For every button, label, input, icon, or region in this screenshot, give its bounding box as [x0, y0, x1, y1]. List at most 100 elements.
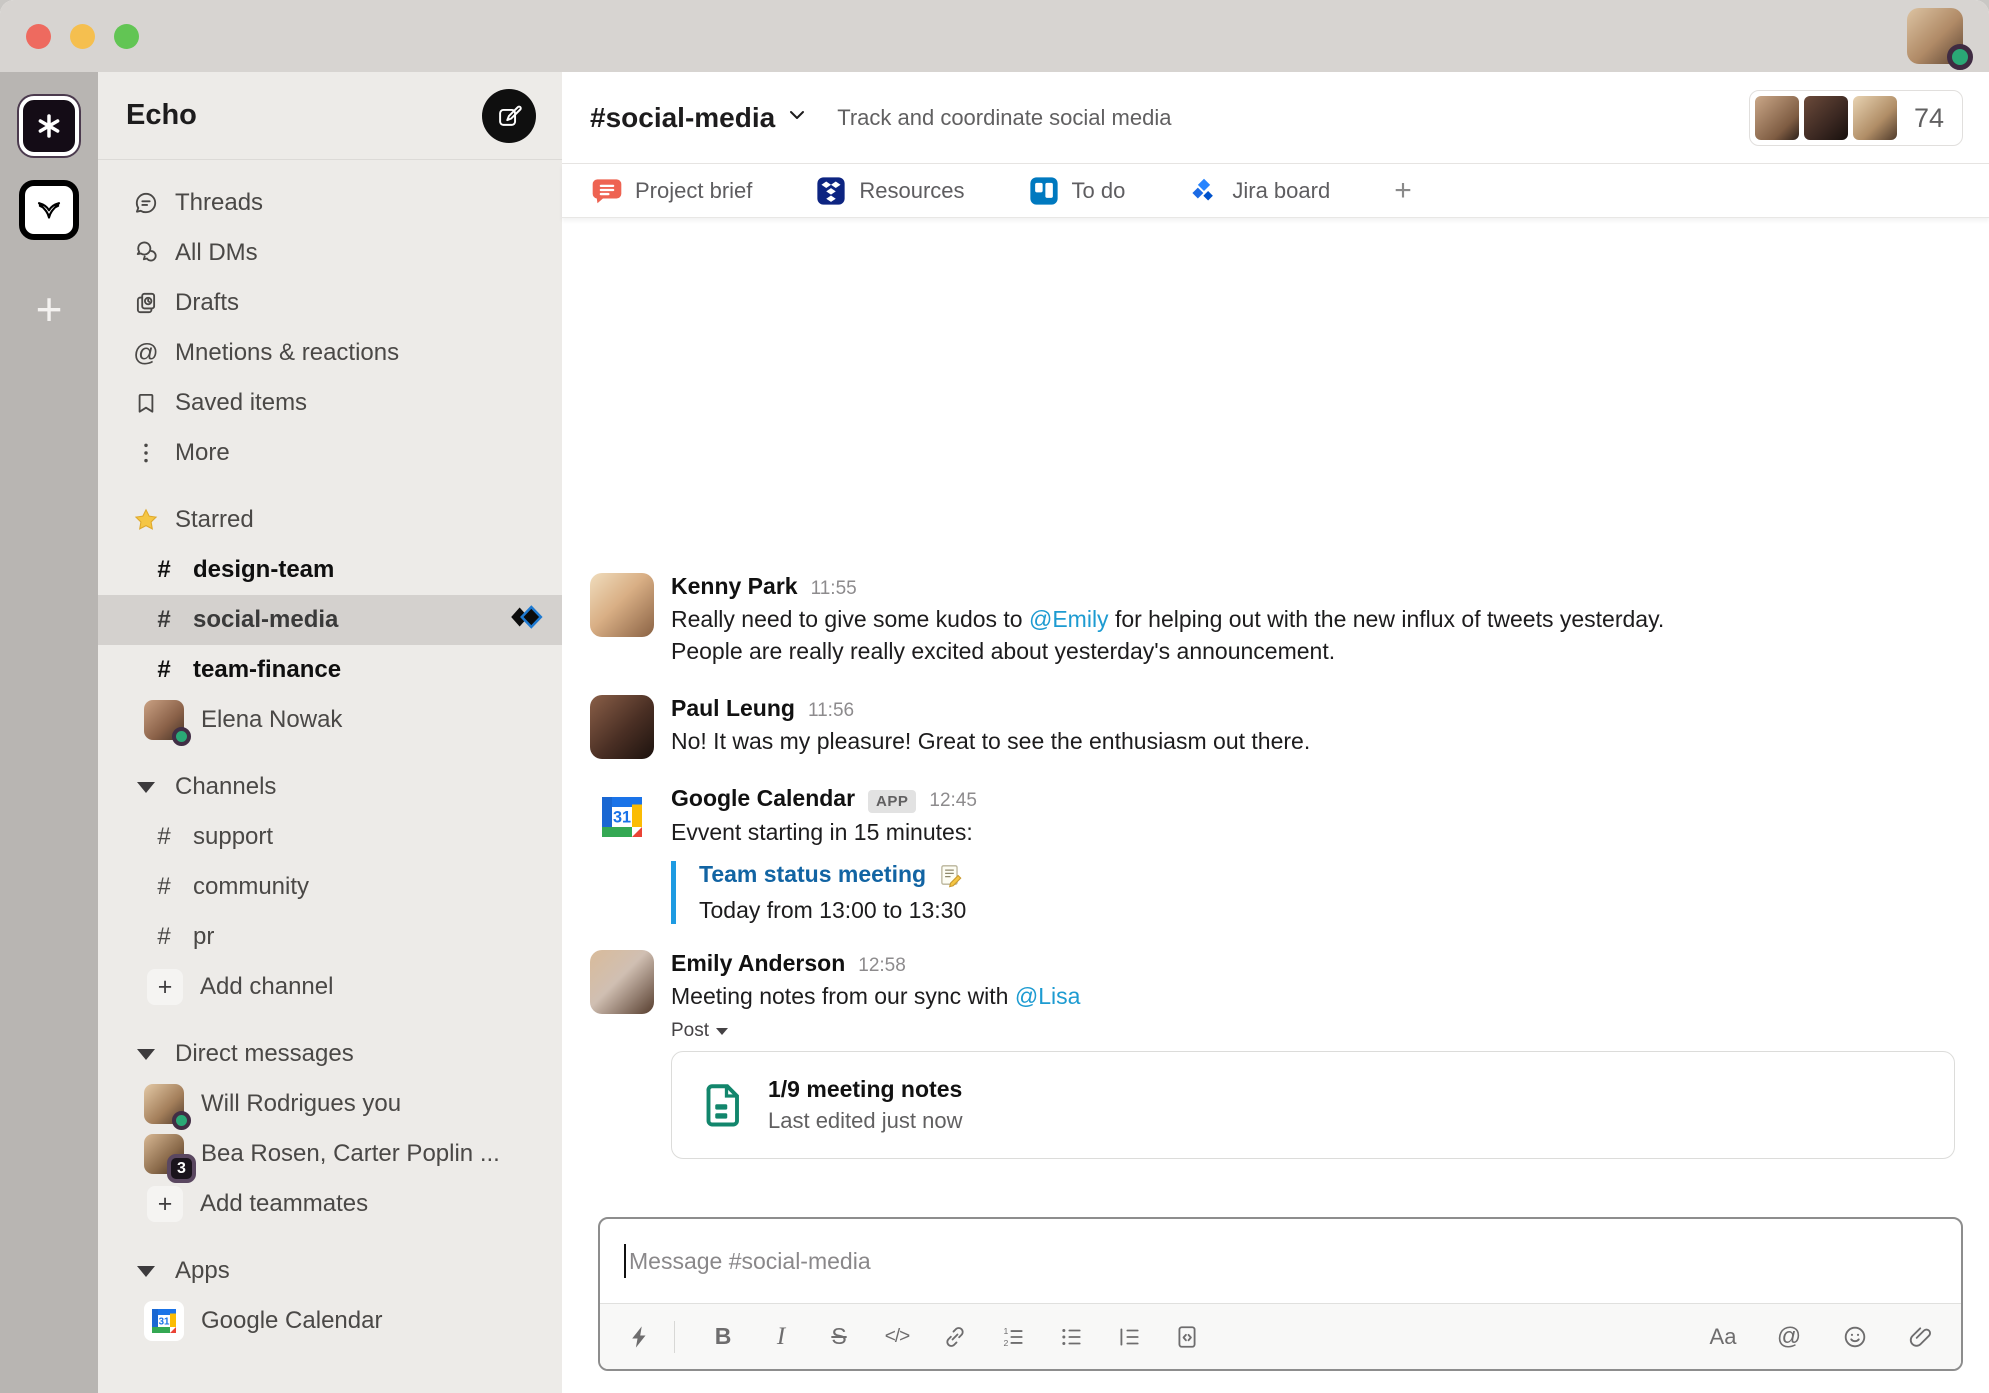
message-timestamp[interactable]: 11:55	[811, 578, 857, 600]
text-cursor	[624, 1244, 626, 1278]
strikethrough-button[interactable]: S	[817, 1315, 861, 1359]
plus-icon: +	[147, 1186, 183, 1222]
sidebar-dm-will-rodrigues[interactable]: Will Rodrigues you	[98, 1079, 562, 1129]
add-channel-button[interactable]: + Add channel	[98, 962, 562, 1012]
sidebar-item-drafts[interactable]: Drafts	[98, 278, 562, 328]
compose-button[interactable]	[482, 89, 536, 143]
double-diamond-icon	[508, 604, 544, 637]
tab-project-brief[interactable]: Project brief	[592, 176, 752, 206]
message-sender[interactable]: Google Calendar	[671, 785, 855, 812]
sidebar-item-mentions[interactable]: @ Mnetions & reactions	[98, 328, 562, 378]
workspace-echo-button[interactable]	[19, 96, 79, 156]
tab-resources[interactable]: Resources	[816, 176, 964, 206]
chevron-down-icon[interactable]	[785, 103, 809, 132]
text-segment: for helping out with the new influx of t…	[1109, 606, 1665, 632]
sidebar-section-starred[interactable]: Starred	[98, 495, 562, 545]
bold-button[interactable]: B	[701, 1315, 745, 1359]
post-dropdown[interactable]: Post	[671, 1020, 1955, 1042]
avatar	[1853, 96, 1897, 140]
ordered-list-button[interactable]	[991, 1315, 1035, 1359]
mention-lisa[interactable]: @Lisa	[1015, 983, 1081, 1009]
workspace-rail: +	[0, 72, 98, 1393]
avatar[interactable]	[590, 695, 654, 759]
add-tab-button[interactable]: +	[1394, 174, 1412, 208]
sidebar-section-apps[interactable]: Apps	[98, 1246, 562, 1296]
drafts-icon	[132, 290, 160, 316]
message-sender[interactable]: Paul Leung	[671, 695, 795, 722]
sidebar-dm-elena-nowak[interactable]: Elena Nowak	[98, 695, 562, 745]
sidebar-item-label: Threads	[175, 189, 263, 217]
tab-jira-board[interactable]: Jira board	[1189, 176, 1330, 206]
mentions-icon: @	[132, 339, 160, 368]
hash-icon: #	[152, 873, 176, 901]
sidebar-channel-design-team[interactable]: # design-team	[98, 545, 562, 595]
close-window-button[interactable]	[26, 24, 51, 49]
sidebar-item-more[interactable]: More	[98, 428, 562, 478]
trello-icon	[1029, 176, 1059, 206]
channel-title[interactable]: #social-media	[590, 102, 775, 134]
member-count: 74	[1914, 103, 1944, 134]
message-sender[interactable]: Kenny Park	[671, 573, 798, 600]
bookmark-icon	[132, 390, 160, 416]
avatar[interactable]	[590, 950, 654, 1014]
section-header-label: Apps	[175, 1257, 230, 1285]
message-text: Really need to give some kudos to @Emily…	[671, 603, 1664, 667]
hash-icon: #	[152, 656, 176, 684]
document-icon	[698, 1081, 746, 1129]
group-dm-count-badge: 3	[167, 1154, 196, 1183]
sidebar-channel-support[interactable]: # support	[98, 812, 562, 862]
workspace-antler-button[interactable]	[19, 180, 79, 240]
channel-members-button[interactable]: 74	[1749, 90, 1963, 146]
mention-button[interactable]: @	[1767, 1315, 1811, 1359]
add-workspace-button[interactable]: +	[36, 286, 63, 332]
text-formatting-button[interactable]: Aa	[1701, 1315, 1745, 1359]
channel-topic[interactable]: Track and coordinate social media	[837, 105, 1171, 131]
zoom-window-button[interactable]	[114, 24, 139, 49]
tab-to-do[interactable]: To do	[1029, 176, 1126, 206]
link-button[interactable]	[933, 1315, 977, 1359]
tab-label: To do	[1072, 178, 1126, 204]
message-sender[interactable]: Emily Anderson	[671, 950, 845, 977]
sidebar-channel-team-finance[interactable]: # team-finance	[98, 645, 562, 695]
sidebar: Echo Threads All DMs Drafts	[98, 72, 562, 1393]
message-timestamp[interactable]: 12:45	[929, 790, 977, 812]
message-input[interactable]: Message #social-media	[600, 1219, 1961, 1303]
avatar[interactable]	[590, 573, 654, 637]
sidebar-channel-social-media[interactable]: # social-media	[98, 595, 562, 645]
sidebar-section-direct-messages[interactable]: Direct messages	[98, 1029, 562, 1079]
shortcuts-button[interactable]	[618, 1315, 662, 1359]
sidebar-item-label: All DMs	[175, 239, 258, 267]
google-calendar-icon	[144, 1301, 184, 1341]
mention-emily[interactable]: @Emily	[1029, 606, 1109, 632]
message-timestamp[interactable]: 11:56	[808, 700, 854, 722]
sidebar-header: Echo	[98, 72, 562, 160]
sidebar-channel-pr[interactable]: # pr	[98, 912, 562, 962]
emoji-button[interactable]	[1833, 1315, 1877, 1359]
sidebar-item-saved[interactable]: Saved items	[98, 378, 562, 428]
avatar	[144, 700, 184, 740]
current-user-avatar[interactable]	[1907, 8, 1963, 64]
card-title: 1/9 meeting notes	[768, 1076, 962, 1103]
minimize-window-button[interactable]	[70, 24, 95, 49]
sidebar-app-google-calendar[interactable]: Google Calendar	[98, 1296, 562, 1346]
add-teammates-button[interactable]: + Add teammates	[98, 1179, 562, 1229]
card-subtitle: Last edited just now	[768, 1108, 962, 1134]
channel-label: social-media	[193, 606, 338, 634]
sidebar-dm-group-bea-carter[interactable]: 3 Bea Rosen, Carter Poplin ...	[98, 1129, 562, 1179]
sidebar-item-threads[interactable]: Threads	[98, 178, 562, 228]
google-calendar-icon[interactable]	[590, 785, 654, 849]
meeting-notes-card[interactable]: 1/9 meeting notes Last edited just now	[671, 1051, 1955, 1159]
blockquote-button[interactable]	[1107, 1315, 1151, 1359]
sidebar-item-all-dms[interactable]: All DMs	[98, 228, 562, 278]
italic-button[interactable]: I	[759, 1315, 803, 1359]
inline-code-button[interactable]: </>	[875, 1315, 919, 1359]
workspace-name[interactable]: Echo	[126, 99, 197, 132]
message-timestamp[interactable]: 12:58	[858, 955, 906, 977]
code-block-button[interactable]	[1165, 1315, 1209, 1359]
sidebar-section-channels[interactable]: Channels	[98, 762, 562, 812]
attach-file-button[interactable]	[1899, 1315, 1943, 1359]
titlebar	[0, 0, 1989, 72]
sidebar-channel-community[interactable]: # community	[98, 862, 562, 912]
event-link[interactable]: Team status meeting	[699, 861, 926, 888]
bullet-list-button[interactable]	[1049, 1315, 1093, 1359]
